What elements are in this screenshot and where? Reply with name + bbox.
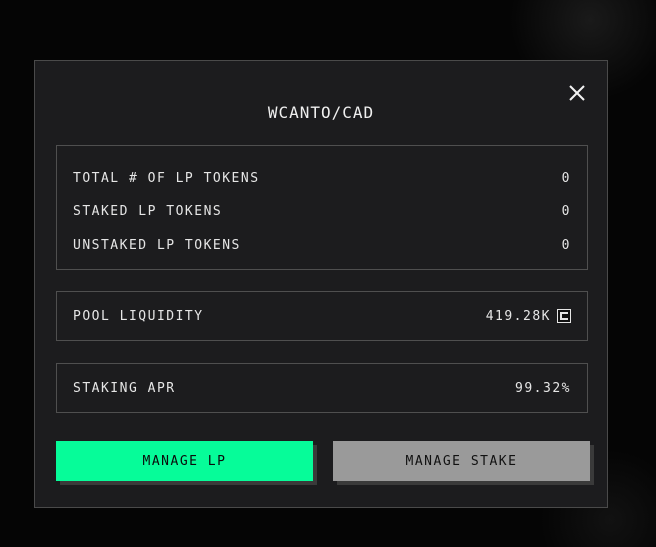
pool-liquidity-row: POOL LIQUIDITY 419.28K <box>73 308 571 324</box>
staking-apr-label: STAKING APR <box>73 380 176 396</box>
lp-modal: WCANTO/CAD TOTAL # OF LP TOKENS 0 STAKED… <box>34 60 608 508</box>
staking-apr-value: 99.32% <box>515 380 571 396</box>
staking-apr-row: STAKING APR 99.32% <box>73 380 571 396</box>
staked-lp-tokens-label: STAKED LP TOKENS <box>73 203 223 219</box>
pool-liquidity-value: 419.28K <box>485 308 551 324</box>
manage-stake-button[interactable]: MANAGE STAKE <box>333 441 590 481</box>
lp-tokens-panel: TOTAL # OF LP TOKENS 0 STAKED LP TOKENS … <box>56 145 588 270</box>
unstaked-lp-tokens-row: UNSTAKED LP TOKENS 0 <box>73 237 571 253</box>
pool-liquidity-value-wrap: 419.28K <box>486 309 571 324</box>
canto-token-icon <box>557 309 571 323</box>
staked-lp-tokens-value: 0 <box>561 203 571 219</box>
pool-liquidity-label: POOL LIQUIDITY <box>73 308 204 324</box>
close-icon[interactable] <box>567 83 587 103</box>
modal-title: WCANTO/CAD <box>267 103 375 122</box>
total-lp-tokens-value: 0 <box>561 170 571 186</box>
total-lp-tokens-label: TOTAL # OF LP TOKENS <box>73 170 260 186</box>
total-lp-tokens-row: TOTAL # OF LP TOKENS 0 <box>73 170 571 186</box>
unstaked-lp-tokens-label: UNSTAKED LP TOKENS <box>73 237 241 253</box>
unstaked-lp-tokens-value: 0 <box>561 237 571 253</box>
staking-apr-panel: STAKING APR 99.32% <box>56 363 588 413</box>
staked-lp-tokens-row: STAKED LP TOKENS 0 <box>73 203 571 219</box>
manage-lp-button[interactable]: MANAGE LP <box>56 441 313 481</box>
pool-liquidity-panel: POOL LIQUIDITY 419.28K <box>56 291 588 341</box>
